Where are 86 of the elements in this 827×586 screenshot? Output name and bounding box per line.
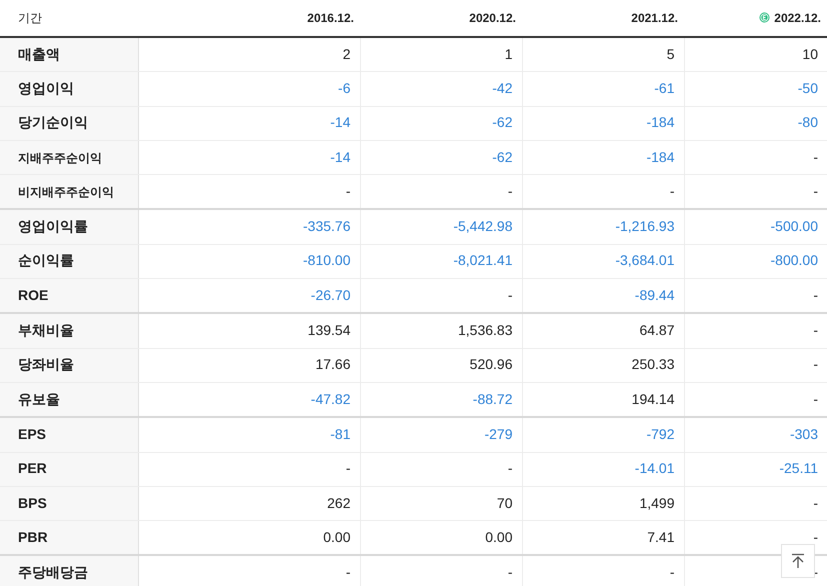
table-cell: -6 [338,80,350,96]
column-header: 2021.12. [631,11,678,25]
row-label: 비지배주주순이익 [18,184,114,199]
table-cell: 5 [666,46,674,62]
table-cell: -62 [492,148,512,165]
table-cell: - [670,564,674,580]
table-cell: 70 [496,494,512,510]
table-cell: - [813,494,818,510]
table-cell: - [813,356,818,372]
table-cell: -62 [492,114,512,130]
table-cell: -184 [646,114,674,130]
table-cell: - [670,182,674,199]
table-cell: -303 [790,426,818,442]
table-cell: - [508,564,512,580]
table-cell: -800.00 [770,252,818,268]
table-cell: 1,499 [639,494,674,510]
table-cell: -42 [492,80,512,96]
table-cell: 1,536.83 [458,322,512,338]
table-cell: - [508,286,512,303]
table-cell: -792 [646,426,674,442]
row-label: 부채비율 [18,322,74,338]
row-label: EPS [18,426,46,442]
table-cell: - [508,182,512,199]
row-label: 매출액 [18,46,60,62]
row-label: BPS [18,494,47,510]
row-label: 영업이익률 [18,218,88,234]
table-cell: -5,442.98 [453,218,512,234]
column-header: 2016.12. [307,11,354,25]
table-cell: 0.00 [323,528,350,545]
row-label: 순이익률 [18,252,74,268]
column-header: 2020.12. [469,11,516,25]
row-label: 유보율 [18,390,60,407]
table-cell: -14.01 [634,460,674,476]
table-cell: -810.00 [303,252,350,268]
row-label: 당기순이익 [18,114,88,130]
column-header: 2022.12. [774,11,821,25]
arrow-up-icon [791,553,805,569]
table-cell: 250.33 [632,356,674,372]
table-cell: -89.44 [634,286,674,303]
table-cell: 139.54 [308,322,350,338]
table-cell: -61 [654,80,674,96]
table-cell: -88.72 [472,390,512,407]
table-cell: - [346,460,350,476]
table-cell: -14 [330,148,350,165]
table-cell: 7.41 [647,528,674,545]
row-label: 지배주주순이익 [18,150,102,165]
table-cell: 2 [342,46,350,62]
table-cell: 520.96 [470,356,512,372]
table-cell: -47.82 [310,390,350,407]
table-cell: - [346,182,350,199]
table-cell: -1,216.93 [615,218,674,234]
table-cell: 10 [802,46,818,62]
row-label: 주당배당금 [18,564,88,580]
table-cell: -8,021.41 [453,252,512,268]
row-label: 당좌비율 [18,356,74,372]
table-cell: 1 [504,46,512,62]
table-cell: 0.00 [485,528,512,545]
table-cell: - [813,148,818,165]
table-cell: -26.70 [310,286,350,303]
table-cell: - [508,460,512,476]
table-cell: -81 [330,426,350,442]
table-cell: 194.14 [632,390,674,407]
table-cell: - [813,390,818,407]
row-label: PER [18,460,47,476]
table-cell: -335.76 [303,218,350,234]
table-cell: - [346,564,350,580]
column-header: 기간 [18,10,42,24]
table-cell: - [813,286,818,303]
scroll-to-top-button[interactable] [781,544,815,578]
table-cell: -80 [798,114,818,130]
table-cell: -279 [484,426,512,442]
table-cell: - [813,182,818,199]
row-label: ROE [18,286,48,303]
table-cell: 64.87 [639,322,674,338]
table-cell: -184 [646,148,674,165]
table-cell: - [813,322,818,338]
row-label: 영업이익 [18,80,74,96]
row-label: PBR [18,528,48,545]
table-cell: - [813,528,818,545]
table-cell: -500.00 [770,218,818,234]
table-cell: 262 [327,494,350,510]
table-cell: -25.11 [779,460,818,476]
table-cell: 17.66 [315,356,350,372]
table-cell: -3,684.01 [615,252,674,268]
table-cell: -14 [330,114,350,130]
table-cell: -50 [798,80,818,96]
